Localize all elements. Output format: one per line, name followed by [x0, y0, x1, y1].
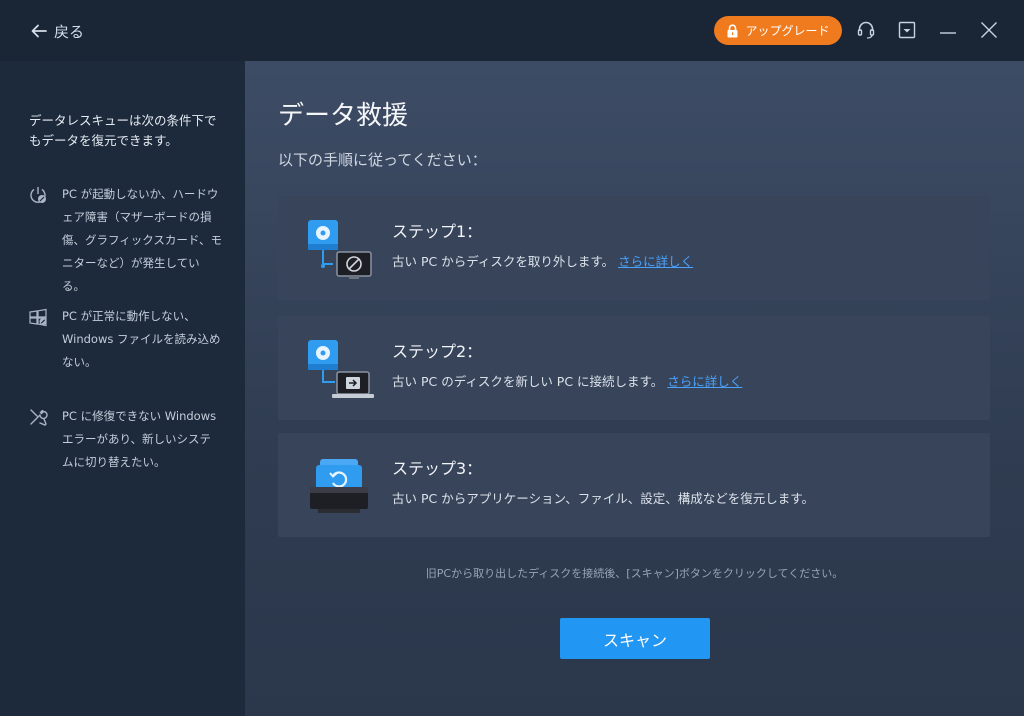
page-title: データ救援	[278, 101, 409, 131]
sidebar-item-text: PC が起動しないか、ハードウェア障害（マザーボードの損傷、グラフィックスカード…	[62, 187, 222, 293]
power-disk-icon	[28, 185, 48, 205]
back-label: 戻る	[54, 22, 85, 41]
main-panel: データ救援 以下の手順に従ってください： ステップ1： 古い PC からディスク…	[245, 61, 1024, 716]
step-description: 古い PC のディスクを新しい PC に接続します。 さらに詳しく	[392, 371, 742, 390]
scan-button[interactable]: スキャン	[560, 618, 710, 659]
arrow-left-icon	[31, 24, 47, 38]
sidebar: データレスキューは次の条件下でもデータを復元できます。 PC が起動しないか、ハ…	[0, 61, 245, 716]
lock-icon	[727, 23, 738, 37]
upgrade-button[interactable]: アップグレード	[714, 16, 842, 45]
step-card-2: ステップ2： 古い PC のディスクを新しい PC に接続します。 さらに詳しく	[278, 316, 990, 420]
close-icon[interactable]	[978, 19, 1000, 41]
broken-windows-icon	[28, 307, 48, 327]
step-description-text: 古い PC のディスクを新しい PC に接続します。	[392, 374, 664, 389]
step-title: ステップ3：	[392, 459, 483, 478]
sidebar-item-text: PC に修復できない Windows エラーがあり、新しいシステムに切り替えたい…	[62, 409, 217, 469]
step-description: 古い PC からアプリケーション、ファイル、設定、構成などを復元します。	[392, 491, 814, 506]
step-card-1: ステップ1： 古い PC からディスクを取り外します。 さらに詳しく	[278, 196, 990, 300]
step-description-text: 古い PC からディスクを取り外します。	[392, 254, 615, 269]
step-description: 古い PC からディスクを取り外します。 さらに詳しく	[392, 251, 693, 270]
sidebar-item-windows-error: PC が正常に動作しない、Windows ファイルを読み込めない。	[28, 305, 228, 374]
back-button[interactable]: 戻る	[30, 20, 84, 42]
sidebar-item-text: PC が正常に動作しない、Windows ファイルを読み込めない。	[62, 309, 221, 369]
tools-icon	[28, 407, 48, 427]
menu-dropdown-icon[interactable]	[896, 19, 918, 41]
remove-disk-icon	[304, 214, 374, 284]
restore-data-icon	[304, 451, 374, 521]
sidebar-item-hardware-failure: PC が起動しないか、ハードウェア障害（マザーボードの損傷、グラフィックスカード…	[28, 183, 228, 298]
support-headset-icon[interactable]	[855, 19, 877, 41]
sidebar-intro: データレスキューは次の条件下でもデータを復元できます。	[29, 113, 217, 148]
step-title: ステップ2：	[392, 342, 483, 361]
scan-hint: 旧PCから取り出したディスクを接続後、[スキャン]ボタンをクリックしてください。	[425, 567, 844, 580]
upgrade-label: アップグレード	[745, 24, 830, 38]
title-bar: 戻る アップグレード	[0, 0, 1024, 61]
learn-more-link[interactable]: さらに詳しく	[618, 254, 693, 269]
learn-more-link[interactable]: さらに詳しく	[667, 374, 742, 389]
page-subtitle: 以下の手順に従ってください：	[278, 151, 487, 169]
sidebar-item-unrepairable: PC に修復できない Windows エラーがあり、新しいシステムに切り替えたい…	[28, 405, 228, 474]
step-card-3: ステップ3： 古い PC からアプリケーション、ファイル、設定、構成などを復元し…	[278, 433, 990, 537]
connect-disk-icon	[304, 334, 374, 404]
minimize-icon[interactable]	[937, 19, 959, 41]
step-title: ステップ1：	[392, 222, 483, 241]
